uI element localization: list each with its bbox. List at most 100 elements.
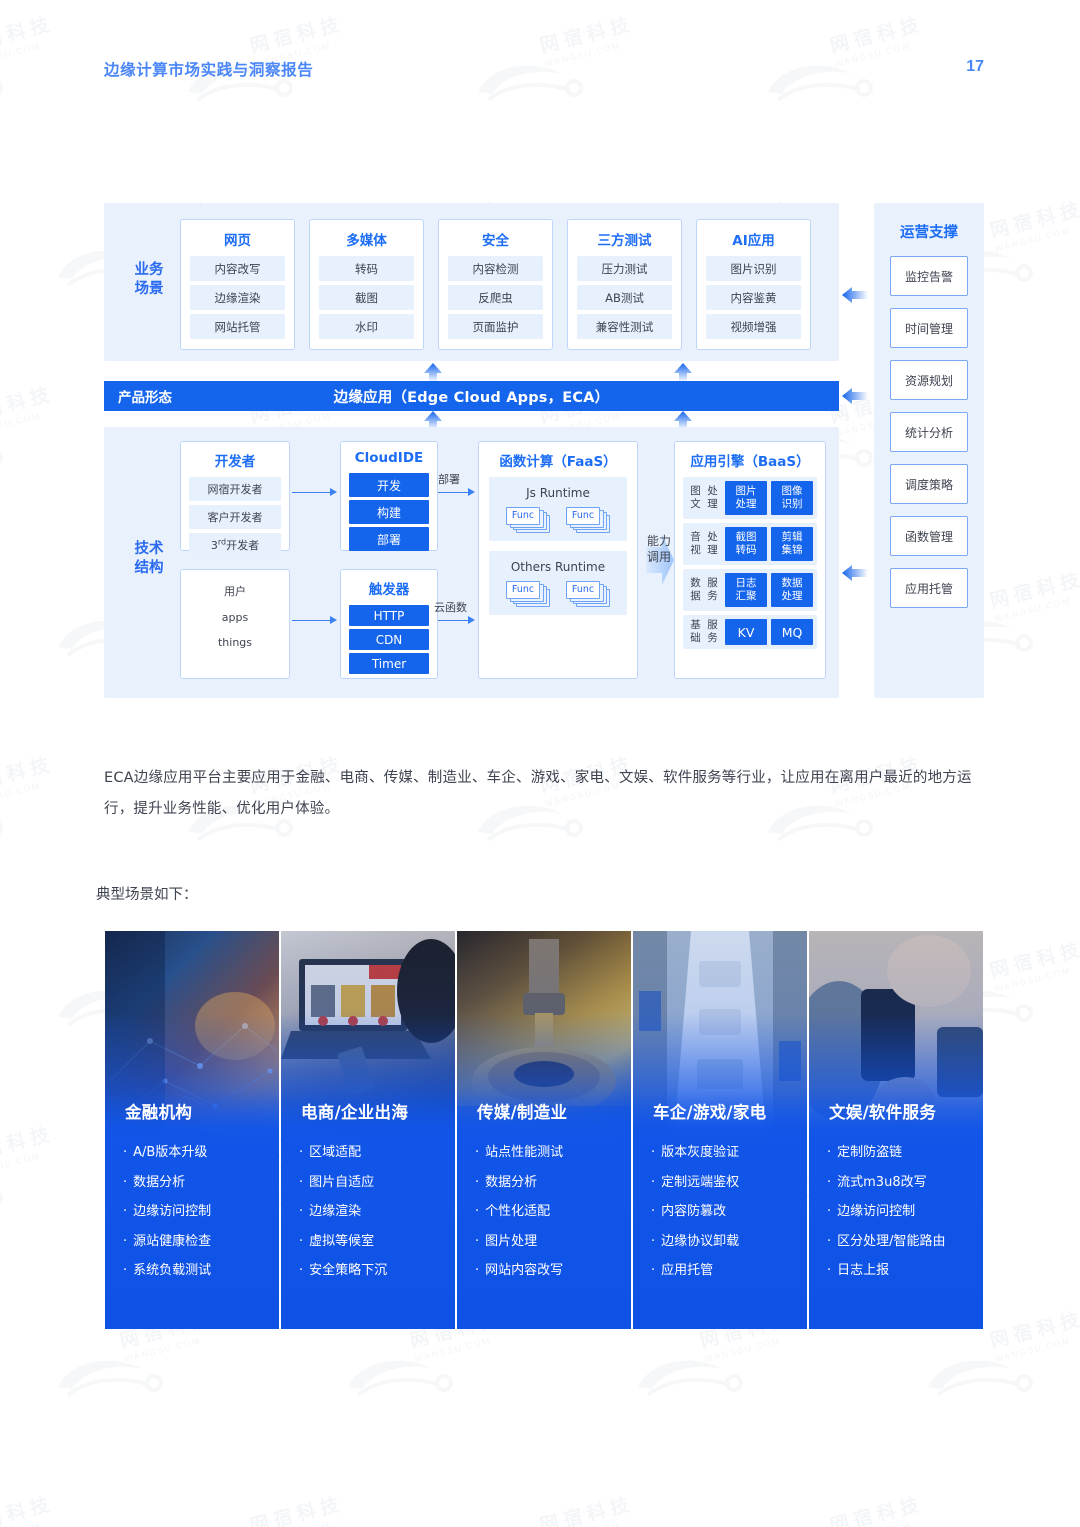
ops-support-item[interactable]: 调度策略 <box>890 464 968 504</box>
func-stack-icon: Func <box>506 507 550 533</box>
watermark-text: 网宿科技WANGSU.COM <box>0 752 57 810</box>
runtime-name: Js Runtime <box>526 486 590 500</box>
watermark-logo-icon <box>0 1164 10 1220</box>
scenario-item: 源站健康检查 <box>123 1227 211 1257</box>
watermark-text: 网宿科技WANGSU.COM <box>987 567 1080 625</box>
scenario-item: 数据分析 <box>123 1168 211 1198</box>
business-card-item: 图片识别 <box>706 256 801 281</box>
scenario-item: 网站内容改写 <box>475 1256 563 1286</box>
watermark-text: 网宿科技WANGSU.COM <box>987 197 1080 255</box>
business-card-item: 兼容性测试 <box>577 314 672 339</box>
scenario-item: 边缘渲染 <box>299 1197 387 1227</box>
developer-item: 3rd开发者 <box>189 533 281 557</box>
scenario-item: 图片处理 <box>475 1227 563 1257</box>
trigger-box: 触发器 HTTP CDN Timer <box>340 569 438 679</box>
runtime-js: Js Runtime Func Func <box>489 477 627 541</box>
page-number: 17 <box>966 58 984 75</box>
baas-row: 音视 处理 截图 转码 剪辑 集锦 <box>683 523 817 565</box>
scenario-item: 系统负载测试 <box>123 1256 211 1286</box>
business-scenario-card: 安全 内容检测 反爬虫 页面监护 <box>438 219 553 350</box>
user-item: 用户 <box>224 585 246 598</box>
capability-label: 能力 调用 <box>642 533 676 565</box>
scenario-item: 安全策略下沉 <box>299 1256 387 1286</box>
ops-support-item[interactable]: 应用托管 <box>890 568 968 608</box>
ops-support-item[interactable]: 监控告警 <box>890 256 968 296</box>
business-card-item: 水印 <box>319 314 414 339</box>
scenario-title: 文娱/软件服务 <box>829 1103 937 1122</box>
label-line-1: 技术 <box>134 541 164 557</box>
ops-support-item[interactable]: 时间管理 <box>890 308 968 348</box>
page-header: 边缘计算市场实践与洞察报告 17 <box>0 58 1080 92</box>
trigger-item: Timer <box>349 653 429 674</box>
business-scenario-card: 多媒体 转码 截图 水印 <box>309 219 424 350</box>
baas-category: 音视 处理 <box>690 531 718 556</box>
watermark-text: 网宿科技WANGSU.COM <box>0 1122 57 1180</box>
cloudide-item: 构建 <box>349 500 429 524</box>
ops-support-item[interactable]: 统计分析 <box>890 412 968 452</box>
technical-structure-band: 技术 结构 开发者 网宿开发者 客户开发者 3rd开发者 用户 apps thi… <box>104 427 839 698</box>
runtime-others: Others Runtime Func Func <box>489 551 627 615</box>
product-form-value: 边缘应用（Edge Cloud Apps，ECA） <box>333 389 610 406</box>
ops-support-title: 运营支撑 <box>900 225 958 241</box>
scenario-title: 传媒/制造业 <box>477 1103 568 1122</box>
business-card-item: 网站托管 <box>190 314 285 339</box>
developer-item: 客户开发者 <box>189 505 281 529</box>
func-row: Func Func <box>489 507 627 533</box>
ops-support-items: 监控告警时间管理资源规划统计分析调度策略函数管理应用托管 <box>890 256 968 620</box>
users-box: 用户 apps things <box>180 569 290 679</box>
scenario-title: 车企/游戏/家电 <box>653 1103 767 1122</box>
business-card-item: 内容检测 <box>448 256 543 281</box>
scenario-item: 图片自适应 <box>299 1168 387 1198</box>
ops-support-item[interactable]: 函数管理 <box>890 516 968 556</box>
scenario-item: 区域适配 <box>299 1138 387 1168</box>
scenario-item-list: 定制防盗链流式m3u8改写边缘访问控制区分处理/智能路由日志上报 <box>827 1138 946 1286</box>
left-arrow-business <box>842 287 868 303</box>
watermark-text: 网宿科技WANGSU.COM <box>247 1492 347 1527</box>
scenario-item-list: 区域适配图片自适应边缘渲染虚拟等候室安全策略下沉 <box>299 1138 387 1286</box>
left-arrow-product <box>842 388 868 404</box>
baas-capability: 图像 识别 <box>771 481 813 515</box>
scenario-item: 定制远端鉴权 <box>651 1168 739 1198</box>
watermark-text: 网宿科技WANGSU.COM <box>827 1492 927 1527</box>
scenario-item: 定制防盗链 <box>827 1138 946 1168</box>
baas-category: 图文 处理 <box>690 485 718 510</box>
watermark-logo-icon <box>0 424 10 480</box>
business-card-title: AI应用 <box>732 233 775 249</box>
baas-category: 数据 服务 <box>690 577 718 602</box>
up-arrow-left <box>422 361 444 383</box>
baas-row: 基础 服务 KV MQ <box>683 615 817 649</box>
business-scenario-card: 网页 内容改写 边缘渲染 网站托管 <box>180 219 295 350</box>
scenario-item: 边缘访问控制 <box>123 1197 211 1227</box>
scenario-item: 虚拟等候室 <box>299 1227 387 1257</box>
business-card-title: 三方测试 <box>597 233 652 249</box>
technical-structure-label: 技术 结构 <box>118 540 180 578</box>
watermark-text: 网宿科技WANGSU.COM <box>987 937 1080 995</box>
business-scenario-band: 业务 场景 网页 内容改写 边缘渲染 网站托管 多媒体 转码 截图 水印 安全 内容检测 反爬虫 页面… <box>104 203 839 361</box>
ops-support-column: 运营支撑 监控告警时间管理资源规划统计分析调度策略函数管理应用托管 <box>874 203 984 698</box>
cloudide-title: CloudIDE <box>354 450 424 466</box>
scenario-item-list: A/B版本升级数据分析边缘访问控制源站健康检查系统负载测试 <box>123 1138 211 1286</box>
capability-line-1: 能力 <box>646 534 671 548</box>
faas-title: 函数计算（FaaS） <box>499 454 617 470</box>
baas-capability: 截图 转码 <box>725 527 767 561</box>
scenario-item: 站点性能测试 <box>475 1138 563 1168</box>
business-card-item: 截图 <box>319 285 414 310</box>
user-item: things <box>217 636 253 649</box>
business-card-title: 多媒体 <box>346 233 387 249</box>
runtime-name: Others Runtime <box>510 560 606 574</box>
baas-capability: 图片 处理 <box>725 481 767 515</box>
baas-capability: KV <box>725 619 767 645</box>
baas-title: 应用引擎（BaaS） <box>690 454 810 470</box>
connector-label-cloud-function: 云函数 <box>434 601 467 614</box>
func-row: Func Func <box>489 581 627 607</box>
business-card-item: 转码 <box>319 256 414 281</box>
architecture-diagram: 业务 场景 网页 内容改写 边缘渲染 网站托管 多媒体 转码 截图 水印 安全 内容检测 反爬虫 页面… <box>104 203 984 698</box>
ops-support-item[interactable]: 资源规划 <box>890 360 968 400</box>
scenario-card: 传媒/制造业站点性能测试数据分析个性化适配图片处理网站内容改写 <box>457 931 631 1329</box>
business-card-title: 安全 <box>482 233 509 249</box>
watermark-text: 网宿科技WANGSU.COM <box>0 1492 57 1527</box>
trigger-item: CDN <box>349 629 429 650</box>
scenario-card: 电商/企业出海区域适配图片自适应边缘渲染虚拟等候室安全策略下沉 <box>281 931 455 1329</box>
baas-capability: 剪辑 集锦 <box>771 527 813 561</box>
technical-structure-inner: 开发者 网宿开发者 客户开发者 3rd开发者 用户 apps things Cl… <box>180 441 826 685</box>
